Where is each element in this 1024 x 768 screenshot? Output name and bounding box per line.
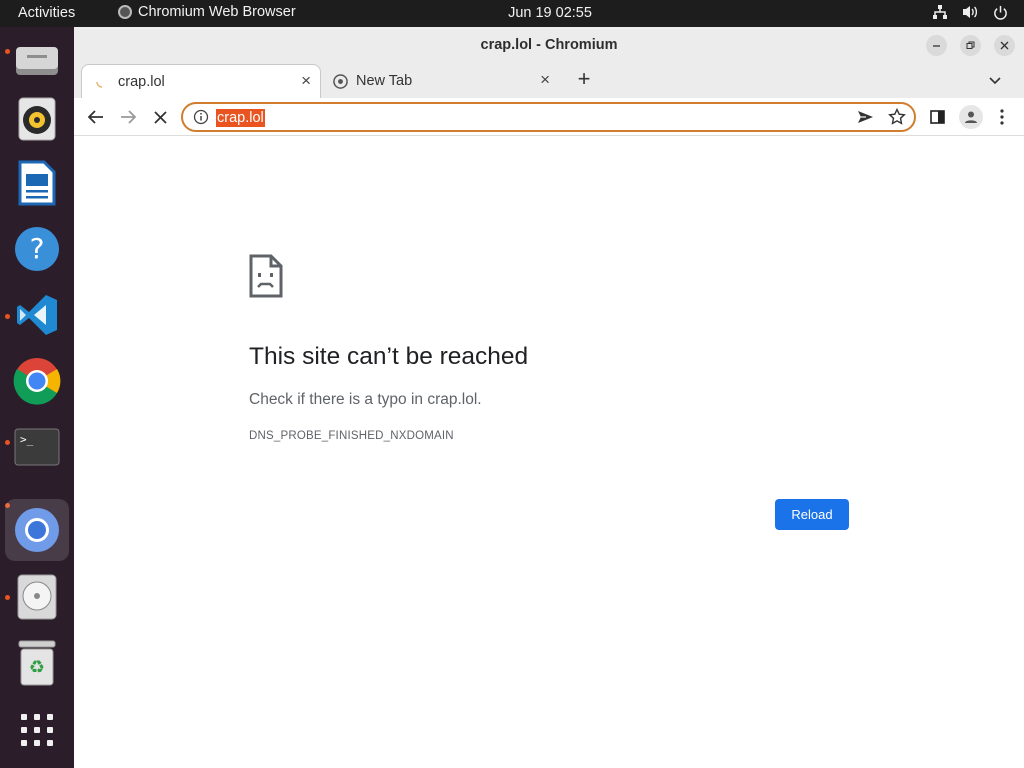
svg-text:>_: >_	[20, 433, 34, 446]
window-title: crap.lol - Chromium	[480, 37, 618, 53]
kebab-menu-icon	[1000, 109, 1004, 125]
dock-disk[interactable]	[11, 571, 63, 623]
menu-button[interactable]	[991, 106, 1013, 128]
drive-icon	[16, 47, 58, 75]
trash-icon: ♻	[18, 640, 56, 686]
running-indicator	[5, 440, 10, 445]
running-indicator	[5, 314, 10, 319]
minimize-icon	[933, 45, 940, 47]
url-text-selected[interactable]: crap.lol	[216, 109, 265, 127]
new-tab-button[interactable]: +	[572, 68, 596, 92]
dock-chromium[interactable]	[5, 499, 69, 561]
help-icon: ?	[15, 227, 59, 271]
browser-window: crap.lol - Chromium crap.lol × New Tab ×…	[74, 27, 1024, 768]
network-icon	[933, 5, 947, 19]
stop-button[interactable]	[149, 106, 171, 128]
tab-new-tab[interactable]: New Tab ×	[323, 64, 559, 98]
dock-show-apps[interactable]	[11, 704, 63, 756]
side-panel-icon	[929, 110, 945, 124]
reload-button[interactable]: Reload	[775, 499, 849, 530]
power-icon	[994, 5, 1007, 20]
info-icon[interactable]	[193, 109, 209, 125]
minimize-button[interactable]	[926, 35, 947, 56]
chrome-icon	[13, 358, 61, 405]
toolbar: crap.lol	[74, 98, 1024, 136]
clock[interactable]: Jun 19 02:55	[0, 5, 1024, 21]
chrome-favicon-icon	[333, 73, 348, 89]
chromium-icon	[15, 508, 59, 552]
error-title: This site can’t be reached	[249, 343, 529, 370]
running-indicator	[5, 49, 10, 54]
svg-text:?: ?	[30, 232, 45, 265]
dock-help[interactable]: ?	[11, 223, 63, 275]
send-to-devices-icon[interactable]	[857, 109, 874, 125]
tab-label: crap.lol	[118, 73, 165, 90]
chevron-down-icon	[989, 77, 1001, 85]
side-panel-button[interactable]	[926, 106, 948, 128]
tab-close-button[interactable]: ×	[301, 72, 311, 89]
bookmark-star-icon[interactable]	[888, 108, 906, 126]
page-content: This site can’t be reached Check if ther…	[74, 137, 1024, 768]
dock: ? >_ ♻	[0, 27, 74, 768]
maximize-button[interactable]	[960, 35, 981, 56]
forward-button[interactable]	[117, 106, 139, 128]
loading-spinner-icon	[96, 81, 103, 88]
close-window-button[interactable]	[994, 35, 1015, 56]
profile-button[interactable]	[959, 105, 983, 129]
tab-close-button[interactable]: ×	[540, 71, 550, 88]
error-code: DNS_PROBE_FINISHED_NXDOMAIN	[249, 430, 454, 442]
dock-rhythmbox[interactable]	[11, 93, 63, 145]
volume-icon	[963, 6, 978, 18]
dock-chrome[interactable]	[11, 355, 63, 407]
avatar-icon	[965, 111, 977, 123]
system-tray[interactable]	[932, 4, 1008, 20]
dock-writer[interactable]	[11, 157, 63, 209]
tab-label: New Tab	[356, 73, 413, 89]
back-button[interactable]	[85, 106, 107, 128]
arrow-left-icon	[88, 110, 103, 124]
svg-text:♻: ♻	[29, 657, 45, 678]
stop-x-icon	[153, 110, 167, 124]
tab-search-button[interactable]	[989, 72, 1001, 90]
close-icon	[1000, 41, 1009, 50]
vscode-icon	[17, 295, 57, 335]
restore-icon	[966, 41, 975, 49]
tab-crap-lol[interactable]: crap.lol ×	[81, 64, 321, 98]
dock-terminal[interactable]: >_	[11, 421, 63, 473]
window-titlebar[interactable]: crap.lol - Chromium	[74, 27, 1024, 63]
error-message: Check if there is a typo in crap.lol.	[249, 391, 482, 408]
grid-icon	[21, 714, 53, 746]
dock-trash[interactable]: ♻	[11, 637, 63, 689]
sad-page-icon	[249, 254, 283, 298]
plus-icon: +	[577, 66, 591, 91]
tab-strip: crap.lol × New Tab × +	[74, 63, 1024, 98]
disc-icon	[17, 574, 57, 620]
address-bar[interactable]: crap.lol	[181, 102, 916, 132]
arrow-right-icon	[121, 110, 136, 124]
document-icon	[18, 160, 56, 206]
dock-files[interactable]	[11, 33, 63, 85]
terminal-icon: >_	[14, 428, 60, 466]
running-indicator	[5, 595, 10, 600]
dock-vscode[interactable]	[11, 289, 63, 341]
top-panel: Activities Chromium Web Browser Jun 19 0…	[0, 0, 1024, 27]
speaker-icon	[18, 97, 56, 141]
